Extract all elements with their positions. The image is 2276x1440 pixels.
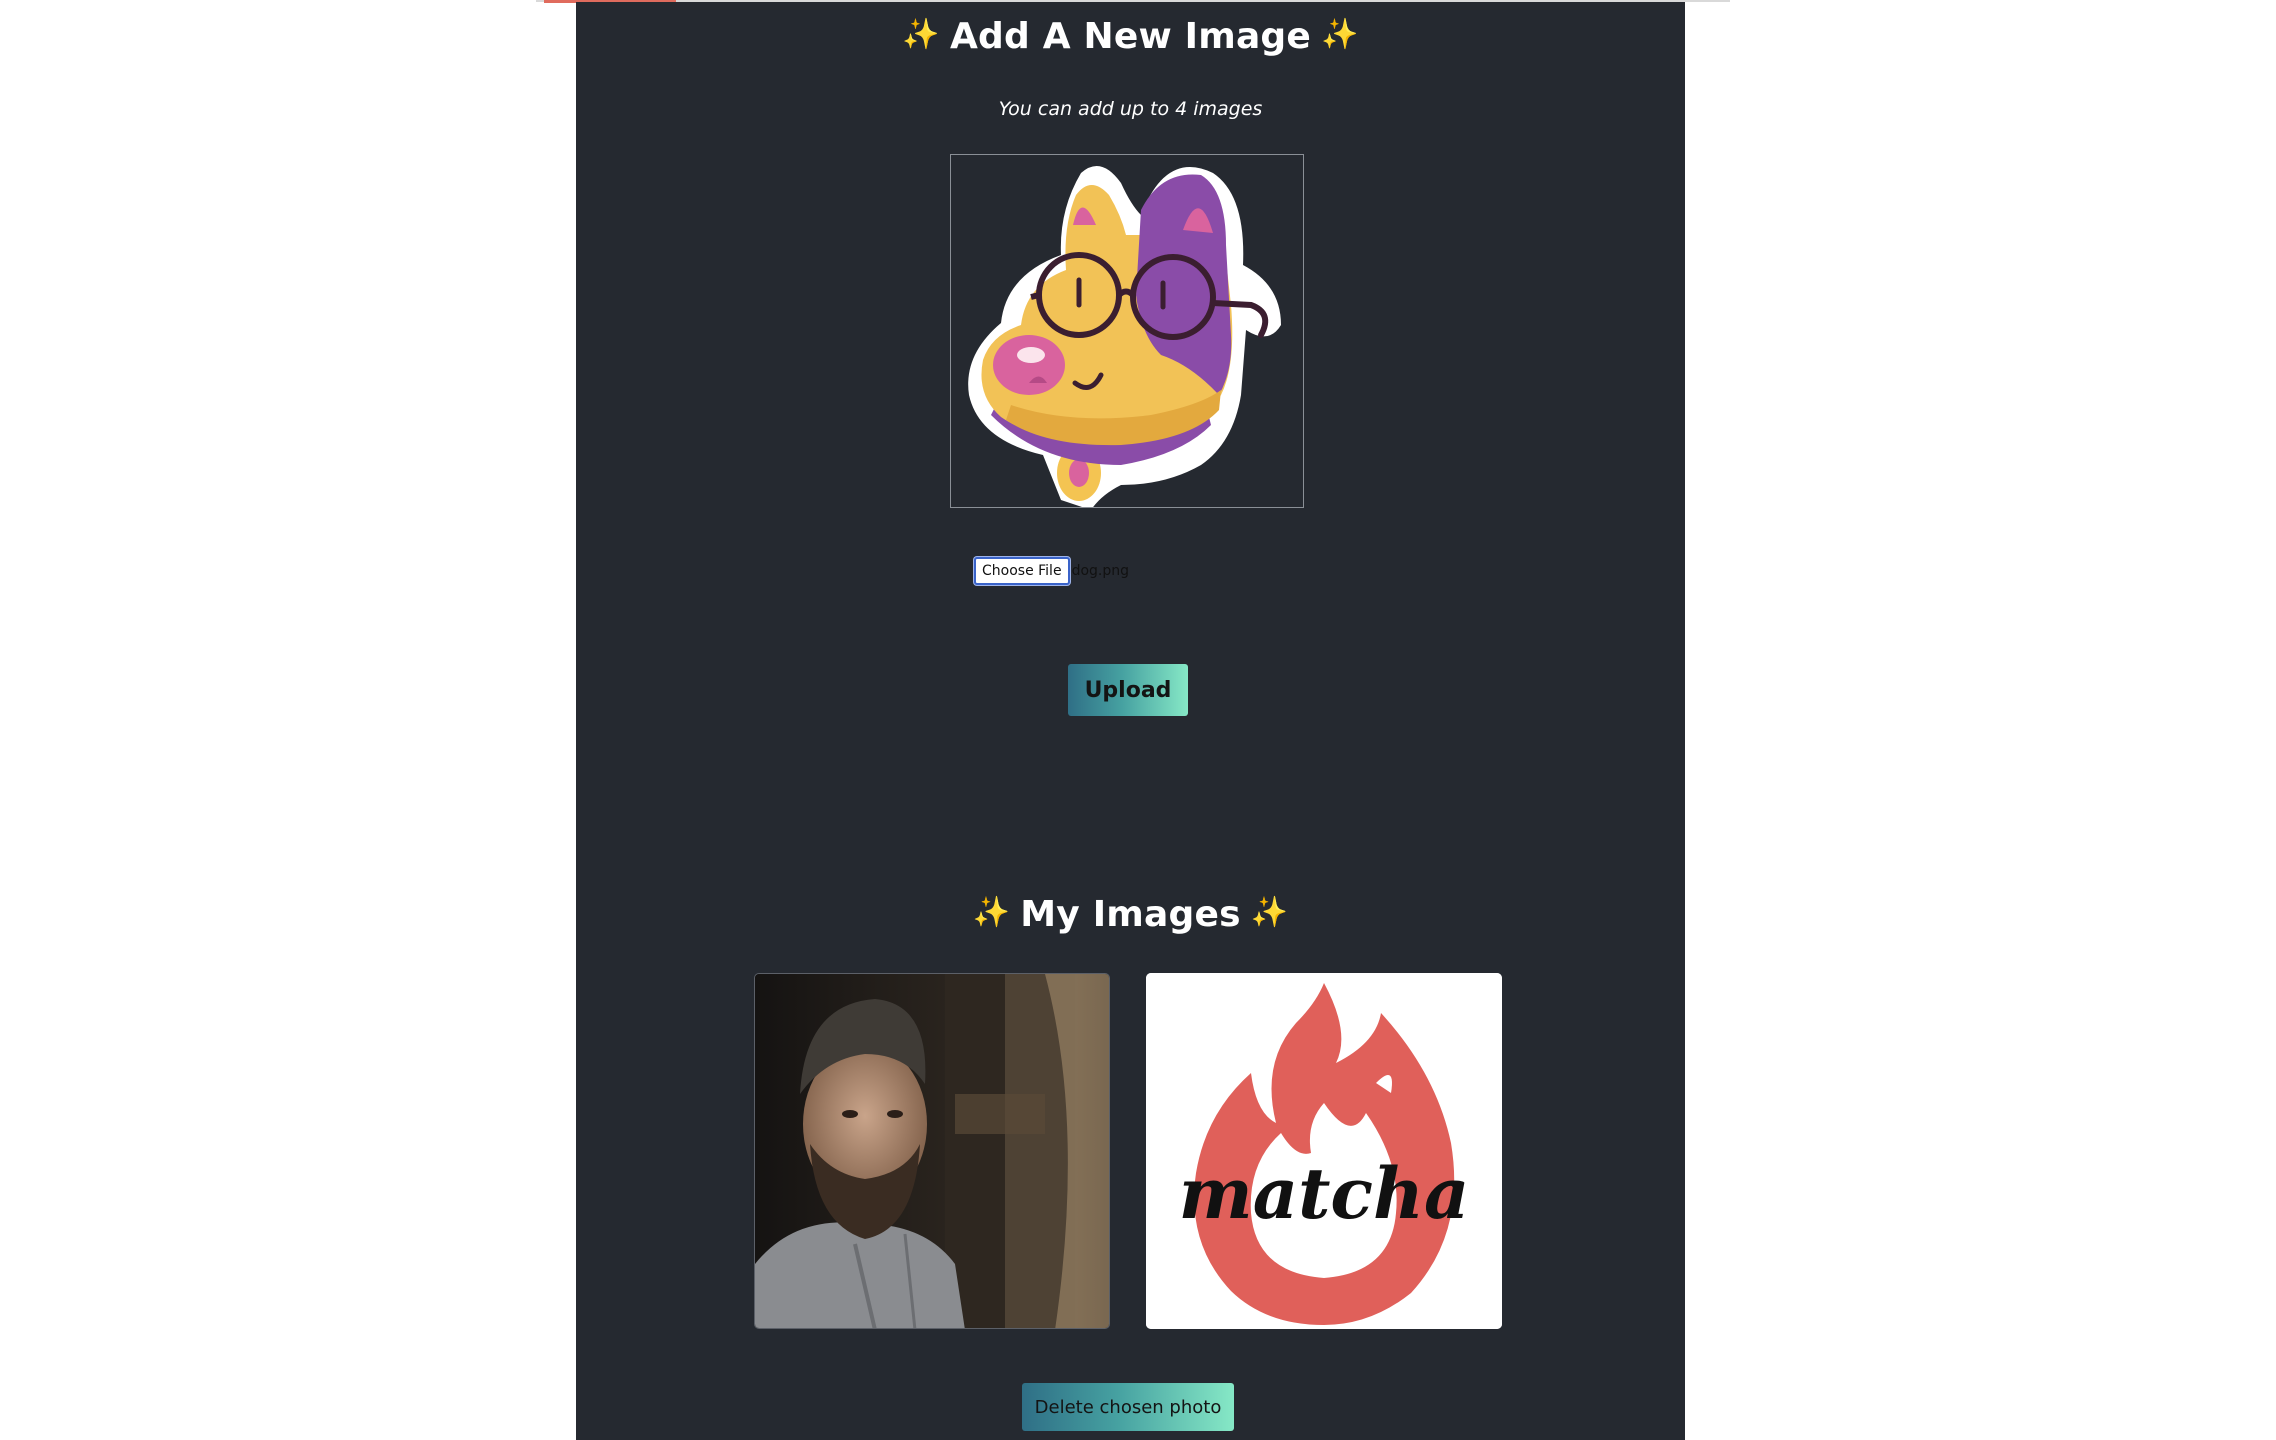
my-image-1[interactable]: [754, 973, 1110, 1329]
delete-photo-button[interactable]: Delete chosen photo: [1022, 1383, 1234, 1431]
sparkles-icon: ✨: [1250, 895, 1289, 930]
add-image-title: Add A New Image: [949, 16, 1312, 57]
bearded-man-photo: [755, 974, 1109, 1328]
file-input[interactable]: Choose File dog.png: [974, 556, 1129, 586]
image-preview: [950, 154, 1304, 508]
my-images-heading: ✨ My Images ✨: [576, 894, 1685, 935]
sparkles-icon: ✨: [1321, 17, 1359, 52]
sparkles-icon: ✨: [902, 17, 940, 52]
add-image-heading: ✨ Add A New Image ✨: [576, 16, 1685, 57]
main-panel: ✨ Add A New Image ✨ You can add up to 4 im…: [576, 2, 1685, 1440]
dog-sticker-image: [968, 165, 1281, 507]
upload-button[interactable]: Upload: [1068, 664, 1188, 716]
choose-file-button[interactable]: Choose File: [974, 557, 1070, 585]
my-image-2[interactable]: matcha: [1146, 973, 1502, 1329]
sparkles-icon: ✨: [972, 895, 1011, 930]
image-limit-note: You can add up to 4 images: [998, 98, 1263, 120]
matcha-logo-text: matcha: [1179, 1152, 1470, 1235]
my-images-title: My Images: [1020, 894, 1241, 935]
chosen-file-name: dog.png: [1071, 563, 1130, 579]
matcha-logo: matcha: [1146, 973, 1502, 1329]
